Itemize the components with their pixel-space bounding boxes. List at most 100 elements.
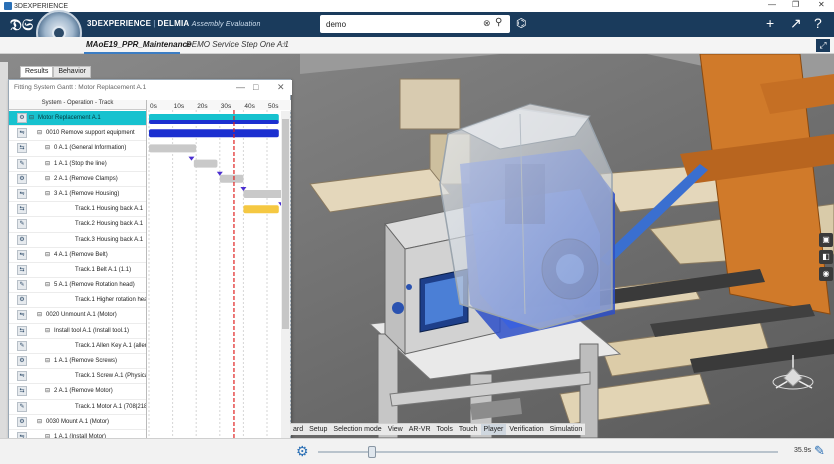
expand-toggle-icon[interactable]: ⊟: [45, 357, 50, 364]
expand-toggle-icon[interactable]: ⊟: [37, 418, 42, 425]
operation-icon: ⚙: [17, 356, 27, 366]
toolbar-tab-simulation[interactable]: Simulation: [547, 424, 586, 435]
search-input[interactable]: [326, 17, 476, 31]
gantt-row-label: Track.2 Housing back A.1: [75, 221, 144, 228]
operation-icon: ⇆: [17, 264, 27, 275]
gantt-row[interactable]: ⇆ Track.1 Belt A.1 (1.1): [9, 263, 146, 279]
operation-icon: ⇋: [17, 188, 27, 199]
toolbar-tab-player[interactable]: Player: [480, 424, 507, 435]
gantt-close-icon[interactable]: ✕: [277, 82, 285, 93]
expand-toggle-icon[interactable]: ⊟: [45, 160, 50, 167]
maximize-icon[interactable]: ❐: [792, 0, 799, 9]
tab-demo-service[interactable]: DEMO Service Step One A.1: [186, 40, 289, 49]
minimize-icon[interactable]: —: [768, 0, 776, 9]
gantt-bar: [149, 144, 197, 153]
gantt-row[interactable]: ✎ ⊟ 1 A.1 (Stop the line): [9, 157, 146, 172]
3d-compass-icon[interactable]: [768, 350, 818, 400]
toolbar-tab-setup[interactable]: Setup: [306, 424, 330, 435]
gantt-row[interactable]: ⚙ ⊟ 2 A.1 (Remove Clamps): [9, 172, 146, 187]
tab-behavior[interactable]: Behavior: [53, 66, 91, 78]
expand-toggle-icon[interactable]: ⊟: [45, 281, 50, 288]
gantt-row[interactable]: ⚙ Track.3 Housing back A.1: [9, 233, 146, 248]
gantt-row[interactable]: ✎ Track.2 Housing back A.1: [9, 217, 146, 233]
toolbar-tab-touch[interactable]: Touch: [456, 424, 481, 435]
gantt-row-label: Install tool A.1 (Install tool.1): [54, 327, 130, 334]
cube-view-icon[interactable]: ▣: [819, 233, 833, 247]
gantt-chart-area: 0s10s20s30s40s50s6: [146, 100, 296, 456]
expand-toggle-icon[interactable]: ⊟: [45, 327, 50, 334]
player-bar: ⚙ 35.9s ✎: [0, 438, 834, 464]
expand-toggle-icon[interactable]: ⊟: [45, 251, 50, 258]
add-tab-icon[interactable]: +: [282, 39, 287, 49]
gantt-row[interactable]: ⚙ Track.1 Higher rotation head: [9, 293, 146, 309]
edit-pen-icon[interactable]: ✎: [814, 443, 825, 459]
expand-toggle-icon[interactable]: ⊟: [45, 387, 50, 394]
camera-icon[interactable]: ◉: [819, 267, 833, 281]
gantt-maximize-icon[interactable]: □: [253, 82, 258, 92]
tab-results[interactable]: Results: [20, 66, 54, 78]
operation-icon: ✎: [17, 280, 27, 291]
gantt-vertical-scrollbar[interactable]: [281, 111, 290, 446]
share-icon[interactable]: ↗: [790, 15, 802, 32]
tab-maoe19[interactable]: MAoE19_PPR_Maintenance: [86, 40, 191, 49]
gantt-minimize-icon[interactable]: —: [236, 82, 245, 92]
gantt-row[interactable]: ⇋ ⊟ 0010 Remove support equipment: [9, 126, 146, 142]
gantt-row[interactable]: ⚙ ⊟ 0030 Mount A.1 (Motor): [9, 415, 146, 430]
operation-icon: ⇋: [17, 310, 27, 321]
ds-logo-icon[interactable]: 𝔇𝔖: [10, 17, 33, 35]
search-icon[interactable]: ⚲: [495, 17, 502, 28]
gantt-row[interactable]: ⚙ ⊟ Motor Replacement A.1: [9, 111, 146, 127]
player-settings-icon[interactable]: ⚙: [296, 443, 309, 460]
right-tool-column: ▣ ◧ ◉: [819, 233, 833, 284]
gantt-row-label: Track.1 Motor A.1 (708|218: [75, 403, 146, 410]
help-icon[interactable]: ?: [814, 15, 822, 31]
gantt-row-label: 5 A.1 (Remove Rotation head): [54, 282, 135, 289]
expand-toggle-icon[interactable]: ⊟: [45, 175, 50, 182]
gantt-row[interactable]: ⇋ ⊟ 0020 Unmount A.1 (Motor): [9, 308, 146, 324]
timeline-slider-handle[interactable]: [368, 446, 376, 458]
gantt-row[interactable]: ⇆ Track.1 Housing back A.1: [9, 202, 146, 218]
toolbar-tab-verification[interactable]: Verification: [506, 424, 546, 435]
search-box[interactable]: ⊗ ⚲: [320, 15, 510, 33]
fullscreen-icon[interactable]: ⤢: [816, 39, 830, 52]
expand-toggle-icon[interactable]: ⊟: [29, 114, 34, 121]
clear-search-icon[interactable]: ⊗: [483, 18, 491, 29]
gantt-row[interactable]: ⇋ Track.1 Screw A.1 (Physical: [9, 369, 146, 385]
expand-toggle-icon[interactable]: ⊟: [45, 190, 50, 197]
toolbar-tab-ar-vr[interactable]: AR-VR: [406, 424, 434, 435]
gantt-row[interactable]: ⇋ ⊟ 4 A.1 (Remove Belt): [9, 248, 146, 263]
operation-icon: ⇆: [17, 386, 27, 397]
expand-toggle-icon[interactable]: ⊟: [37, 311, 42, 318]
gantt-row-label: 1 A.1 (Remove Screws): [54, 358, 118, 364]
toolbar-tab-tools[interactable]: Tools: [434, 424, 456, 435]
gantt-row-label: 2 A.1 (Remove Motor): [54, 388, 113, 395]
toolbar-tab-ard[interactable]: ard: [290, 424, 306, 435]
gantt-row-label: 2 A.1 (Remove Clamps): [54, 175, 118, 182]
gantt-row-label: 0030 Mount A.1 (Motor): [46, 418, 110, 425]
gantt-row[interactable]: ⇆ ⊟ Install tool A.1 (Install tool.1): [9, 324, 146, 339]
gantt-row[interactable]: ✎ ⊟ 5 A.1 (Remove Rotation head): [9, 278, 146, 294]
display-icon[interactable]: ◧: [819, 250, 833, 264]
expand-toggle-icon[interactable]: ⊟: [45, 144, 50, 151]
gantt-row[interactable]: ✎ Track.1 Allen Key A.1 (allen: [9, 339, 146, 354]
gantt-row-label: Track.1 Housing back A.1: [75, 206, 144, 213]
timeline-track[interactable]: [318, 451, 778, 453]
app-logo-icon: [4, 2, 12, 10]
time-tick-label: 20s: [197, 103, 208, 110]
gantt-row[interactable]: ⚙ ⊟ 1 A.1 (Remove Screws): [9, 354, 146, 370]
gantt-row-label: Track.1 Screw A.1 (Physical: [75, 373, 146, 380]
expand-toggle-icon[interactable]: ⊟: [37, 129, 42, 136]
gantt-row[interactable]: ✎ Track.1 Motor A.1 (708|218: [9, 400, 146, 415]
gantt-row[interactable]: ⇋ ⊟ 3 A.1 (Remove Housing): [9, 187, 146, 203]
close-icon[interactable]: ✕: [818, 0, 825, 9]
tag-icon[interactable]: ⌬: [516, 16, 526, 30]
add-icon[interactable]: +: [766, 15, 774, 31]
window-titlebar: 3DEXPERIENCE — ❐ ✕: [0, 0, 834, 12]
toolbar-tab-view[interactable]: View: [385, 424, 406, 435]
gantt-row-label: Track.1 Higher rotation head: [75, 297, 146, 304]
time-tick-label: 10s: [174, 103, 185, 110]
gantt-row[interactable]: ⇆ ⊟ 2 A.1 (Remove Motor): [9, 384, 146, 400]
player-time: 35.9s: [794, 447, 812, 454]
toolbar-tab-selection-mode[interactable]: Selection mode: [330, 424, 384, 435]
gantt-row[interactable]: ⇆ ⊟ 0 A.1 (General Information): [9, 141, 146, 157]
